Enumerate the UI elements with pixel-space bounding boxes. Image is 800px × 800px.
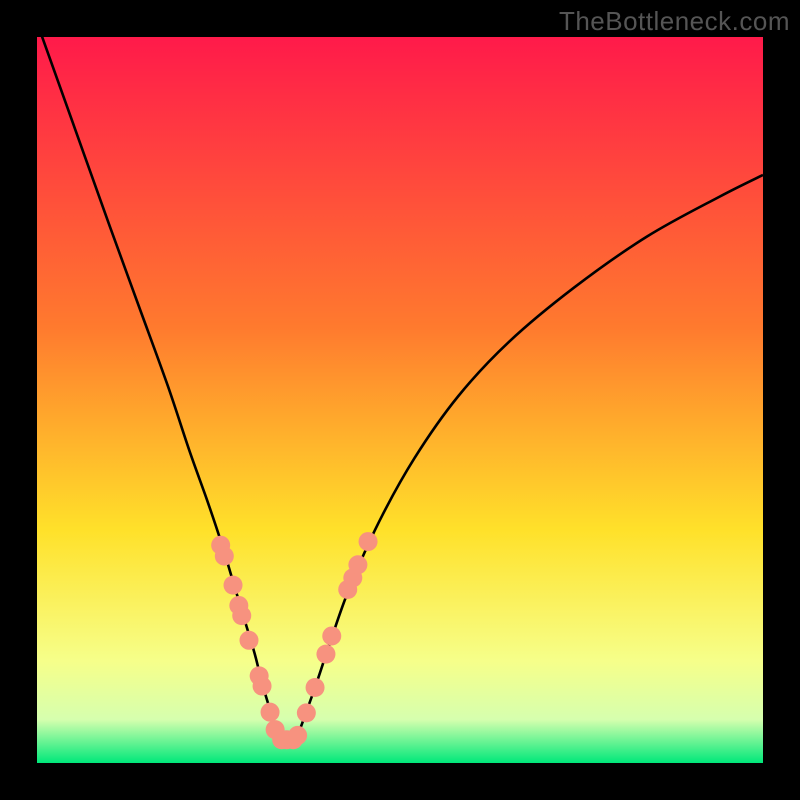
data-marker [239, 631, 258, 650]
watermark-label: TheBottleneck.com [559, 6, 790, 37]
data-marker [359, 532, 378, 551]
data-marker [322, 626, 341, 645]
chart-plot [37, 37, 763, 763]
data-marker [316, 645, 335, 664]
data-marker [288, 726, 307, 745]
data-marker [306, 678, 325, 697]
data-marker [232, 606, 251, 625]
gradient-background [37, 37, 763, 763]
data-marker [261, 703, 280, 722]
chart-root: { "watermark": "TheBottleneck.com", "col… [0, 0, 800, 800]
data-marker [297, 703, 316, 722]
data-marker [215, 547, 234, 566]
data-marker [253, 677, 272, 696]
data-marker [348, 555, 367, 574]
data-marker [224, 576, 243, 595]
